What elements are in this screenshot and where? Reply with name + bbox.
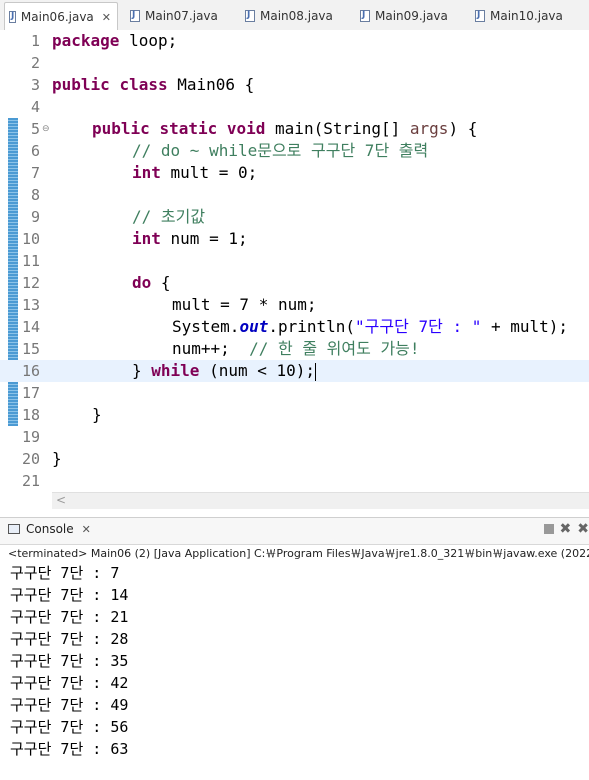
code-line: 17 [0,382,589,404]
line-number: 8 [30,186,40,204]
code-text: do { [132,273,171,292]
tab-main10[interactable]: Main10.java [471,4,563,28]
line-number: 14 [21,318,40,336]
console-output-line: 구구단 7단 : 42 [10,674,129,692]
line-number: 15 [21,340,40,358]
code-text: int num = 1; [132,229,248,248]
line-number: 1 [30,32,40,50]
tab-console[interactable]: Console ✕ [8,522,91,536]
code-text: public static void main(String[] args) { [92,119,478,138]
code-line: 13 mult = 7 * num; [0,294,589,316]
code-line: 11 [0,250,589,272]
console-status: <terminated> Main06 (2) [Java Applicatio… [8,547,589,560]
code-line: 14 System.out.println("구구단 7단 : " + mult… [0,316,589,338]
console-output-line: 구구단 7단 : 49 [10,696,129,714]
code-comment: // 초기값 [132,207,206,226]
line-number: 5 [30,120,40,138]
code-line: 12 do { [0,272,589,294]
code-line: 5 ⊖ public static void main(String[] arg… [0,118,589,140]
code-text: num++; // 한 줄 위여도 가능! [172,339,420,358]
line-number: 19 [21,428,40,446]
code-text: } [92,405,102,424]
line-number: 11 [21,252,40,270]
code-editor[interactable]: 1 package loop; 2 3 public class Main06 … [0,30,589,509]
tab-main08[interactable]: Main08.java [241,4,333,28]
code-line: 20 } [0,448,589,470]
tab-main06[interactable]: Main06.java ✕ [4,2,118,31]
line-number: 17 [21,384,40,402]
console-output-line: 구구단 7단 : 14 [10,586,129,604]
line-number: 13 [21,296,40,314]
code-line: 3 public class Main06 { [0,74,589,96]
line-number: 16 [21,362,40,380]
code-text: int mult = 0; [132,163,258,182]
remove-launch-icon[interactable]: ✖ [560,521,572,537]
line-number: 18 [21,406,40,424]
current-code-line: 16 } while (num < 10); [0,360,589,382]
line-number: 20 [21,450,40,468]
code-line: 6 // do ~ while문으로 구구단 7단 출력 [0,140,589,162]
java-file-icon [9,11,16,23]
code-line: 8 [0,184,589,206]
java-file-icon [245,10,255,22]
code-text: package loop; [52,31,178,50]
code-line: 15 num++; // 한 줄 위여도 가능! [0,338,589,360]
line-number: 3 [30,76,40,94]
close-icon[interactable]: ✕ [82,523,91,536]
console-output-line: 구구단 7단 : 63 [10,740,129,758]
console-output-line: 구구단 7단 : 28 [10,630,129,648]
code-line: 10 int num = 1; [0,228,589,250]
java-file-icon [475,10,485,22]
remove-all-icon[interactable]: ✖ [577,521,589,537]
line-number: 6 [30,142,40,160]
tab-label: Main06.java [20,10,94,24]
line-number: 7 [30,164,40,182]
tab-label: Main07.java [145,9,218,23]
console-icon [8,524,20,534]
line-number: 4 [30,98,40,116]
code-line: 4 [0,96,589,118]
code-text: } [52,449,62,468]
tab-main09[interactable]: Main09.java [356,4,448,28]
code-line: 9 // 초기값 [0,206,589,228]
tab-label: Main09.java [375,9,448,23]
line-number: 10 [21,230,40,248]
tab-main07[interactable]: Main07.java [126,4,218,28]
line-number: 21 [21,472,40,490]
console-output-line: 구구단 7단 : 21 [10,608,129,626]
terminate-icon[interactable] [543,524,554,534]
code-text: } while (num < 10); [132,361,317,381]
java-file-icon [360,10,370,22]
console-toolbar: ✖ ✖ [543,521,589,537]
console-output-line: 구구단 7단 : 35 [10,652,129,670]
fold-icon[interactable]: ⊖ [42,118,50,140]
line-number: 9 [30,208,40,226]
scroll-left-icon[interactable]: < [56,493,66,507]
code-line: 18 } [0,404,589,426]
line-number: 2 [30,54,40,72]
java-file-icon [130,10,140,22]
code-line: 7 int mult = 0; [0,162,589,184]
code-line: 2 [0,52,589,74]
code-line: 19 [0,426,589,448]
tab-label: Main10.java [490,9,563,23]
code-text: public class Main06 { [52,75,255,94]
console-tab-label: Console [26,522,74,536]
code-text: System.out.println("구구단 7단 : " + mult); [172,317,569,336]
code-comment: // do ~ while문으로 구구단 7단 출력 [132,141,429,160]
code-text: mult = 7 * num; [172,295,317,314]
editor-tab-bar: Main06.java ✕ Main07.java Main08.java Ma… [0,0,589,31]
tab-label: Main08.java [260,9,333,23]
close-icon[interactable]: ✕ [102,11,111,24]
console-tab-bar: Console ✕ ✖ ✖ [0,517,589,545]
code-line: 21 [0,470,589,492]
horizontal-scrollbar[interactable]: < [52,492,589,509]
console-output-line: 구구단 7단 : 56 [10,718,129,736]
code-line: 1 package loop; [0,30,589,52]
line-number: 12 [21,274,40,292]
console-output-line: 구구단 7단 : 7 [10,564,120,582]
text-caret [315,362,317,381]
